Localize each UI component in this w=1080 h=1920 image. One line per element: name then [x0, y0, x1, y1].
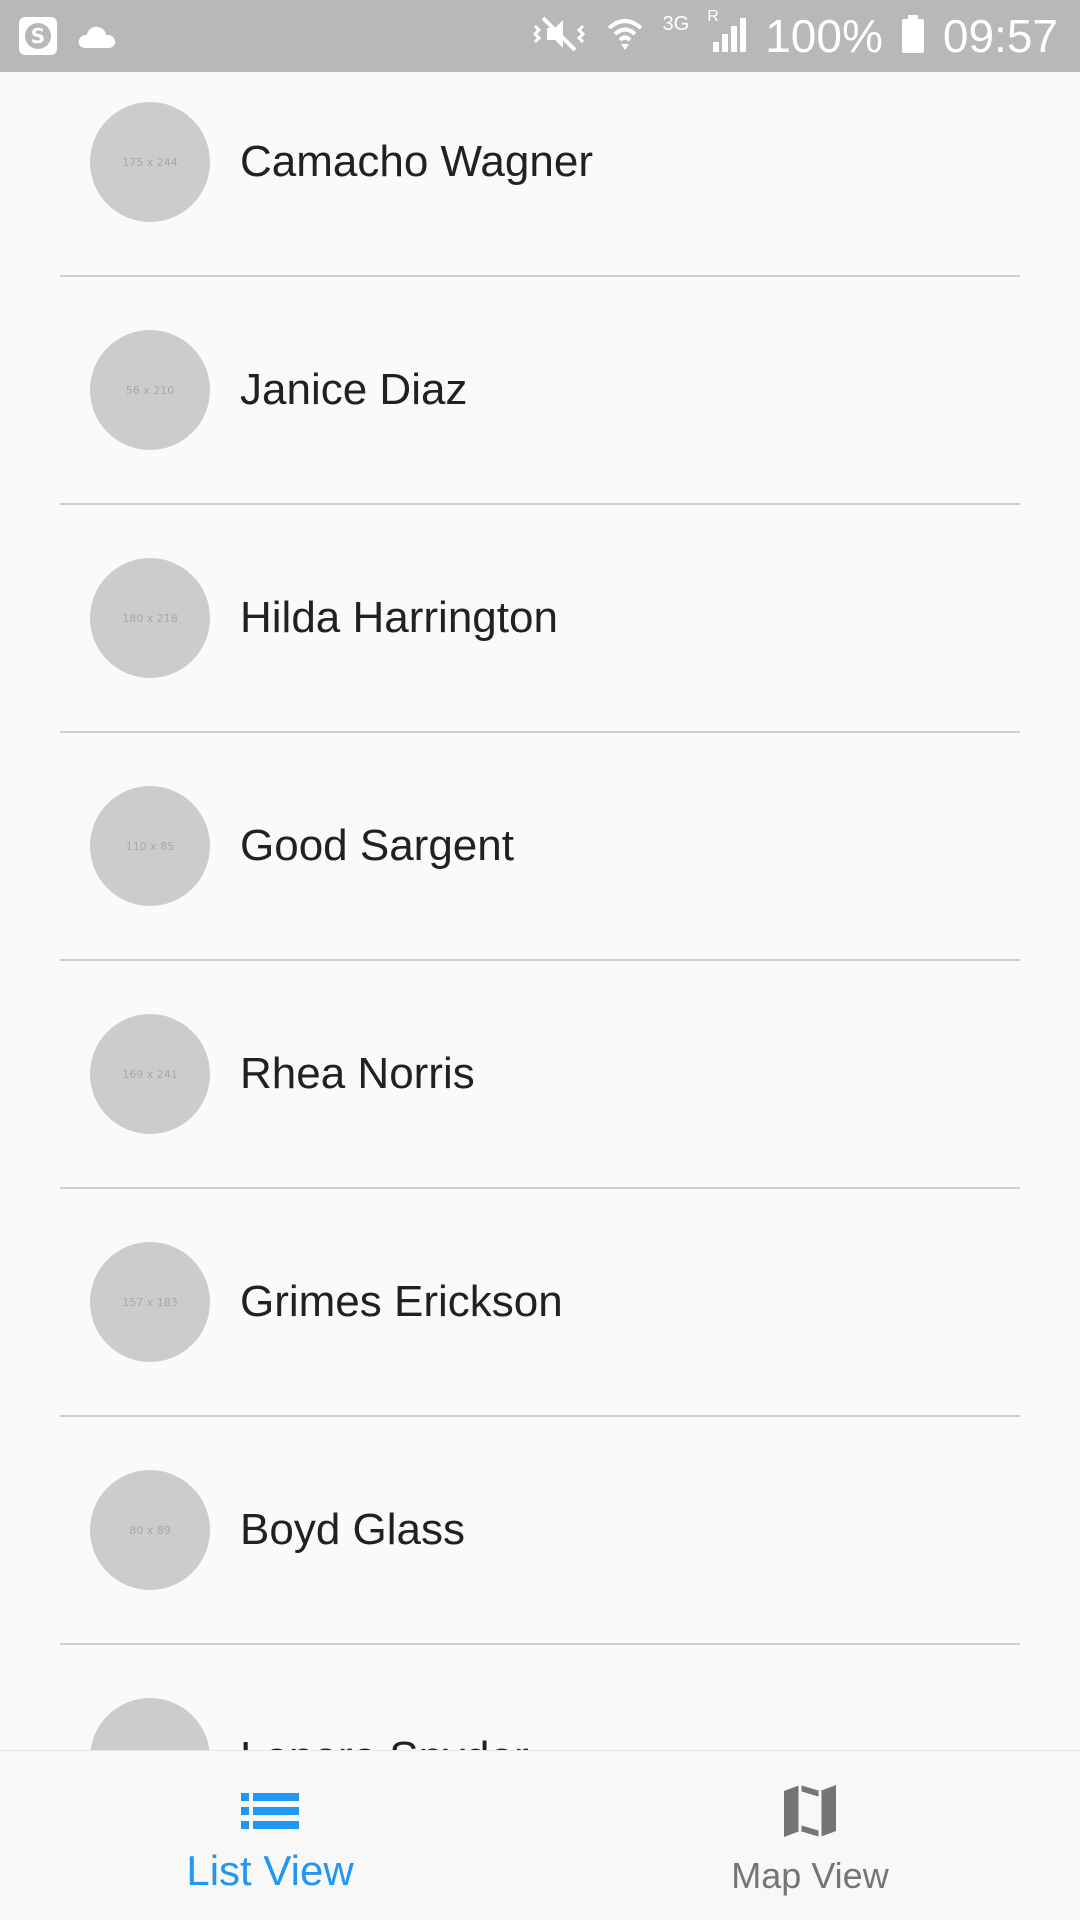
list-item[interactable]: Lenore Snyder — [0, 1668, 1080, 1752]
avatar: 169 x 241 — [90, 1014, 210, 1134]
cloud-icon — [76, 22, 118, 55]
screen: S 3G R 100% 09:57 175 x 244 Camacho Wagn… — [0, 0, 1080, 1920]
status-bar-right: 3G R 100% 09:57 — [531, 0, 1058, 72]
avatar: 175 x 244 — [90, 102, 210, 222]
list-item[interactable]: 110 x 85 Good Sargent — [0, 756, 1080, 984]
contact-name: Grimes Erickson — [240, 1277, 563, 1326]
divider — [60, 731, 1020, 733]
avatar: 180 x 218 — [90, 558, 210, 678]
map-icon — [782, 1781, 838, 1841]
roaming-label: R — [707, 7, 719, 25]
divider — [60, 503, 1020, 505]
status-bar-left: S — [18, 16, 118, 61]
status-time: 09:57 — [942, 10, 1058, 62]
divider — [60, 275, 1020, 277]
app-notification-icon: S — [18, 16, 58, 61]
contact-name: Boyd Glass — [240, 1505, 465, 1554]
contact-name: Camacho Wagner — [240, 137, 593, 186]
tab-list-view[interactable]: List View — [0, 1751, 540, 1920]
avatar: 80 x 89 — [90, 1470, 210, 1590]
signal-icon: R — [707, 8, 747, 59]
list-item[interactable]: 175 x 244 Camacho Wagner — [0, 72, 1080, 300]
list-item[interactable]: 80 x 89 Boyd Glass — [0, 1440, 1080, 1668]
battery-percentage: 100% — [765, 10, 883, 62]
battery-icon — [901, 14, 925, 59]
contact-name: Hilda Harrington — [240, 593, 558, 642]
avatar: 157 x 183 — [90, 1242, 210, 1362]
network-type-label: 3G — [662, 12, 690, 35]
contact-list[interactable]: 175 x 244 Camacho Wagner 56 x 210 Janice… — [0, 72, 1080, 1752]
list-item[interactable]: 56 x 210 Janice Diaz — [0, 300, 1080, 528]
bottom-navigation: List View Map View — [0, 1750, 1080, 1920]
contact-name: Rhea Norris — [240, 1049, 475, 1098]
contact-name: Lenore Snyder — [240, 1728, 529, 1752]
divider — [60, 1643, 1020, 1645]
tab-map-view[interactable]: Map View — [540, 1751, 1080, 1920]
divider — [60, 1415, 1020, 1417]
tab-label: List View — [186, 1847, 354, 1894]
vibrate-mute-icon — [531, 14, 587, 59]
avatar: 56 x 210 — [90, 330, 210, 450]
list-item[interactable]: 180 x 218 Hilda Harrington — [0, 528, 1080, 756]
avatar — [90, 1698, 210, 1752]
list-item[interactable]: 169 x 241 Rhea Norris — [0, 984, 1080, 1212]
tab-label: Map View — [731, 1855, 889, 1896]
divider — [60, 1187, 1020, 1189]
avatar: 110 x 85 — [90, 786, 210, 906]
divider — [60, 959, 1020, 961]
svg-text:S: S — [31, 24, 45, 48]
status-bar: S 3G R 100% 09:57 — [0, 0, 1080, 72]
list-icon — [241, 1781, 299, 1841]
wifi-icon — [605, 14, 645, 59]
contact-name: Good Sargent — [240, 821, 514, 870]
list-item[interactable]: 157 x 183 Grimes Erickson — [0, 1212, 1080, 1440]
contact-name: Janice Diaz — [240, 365, 468, 414]
